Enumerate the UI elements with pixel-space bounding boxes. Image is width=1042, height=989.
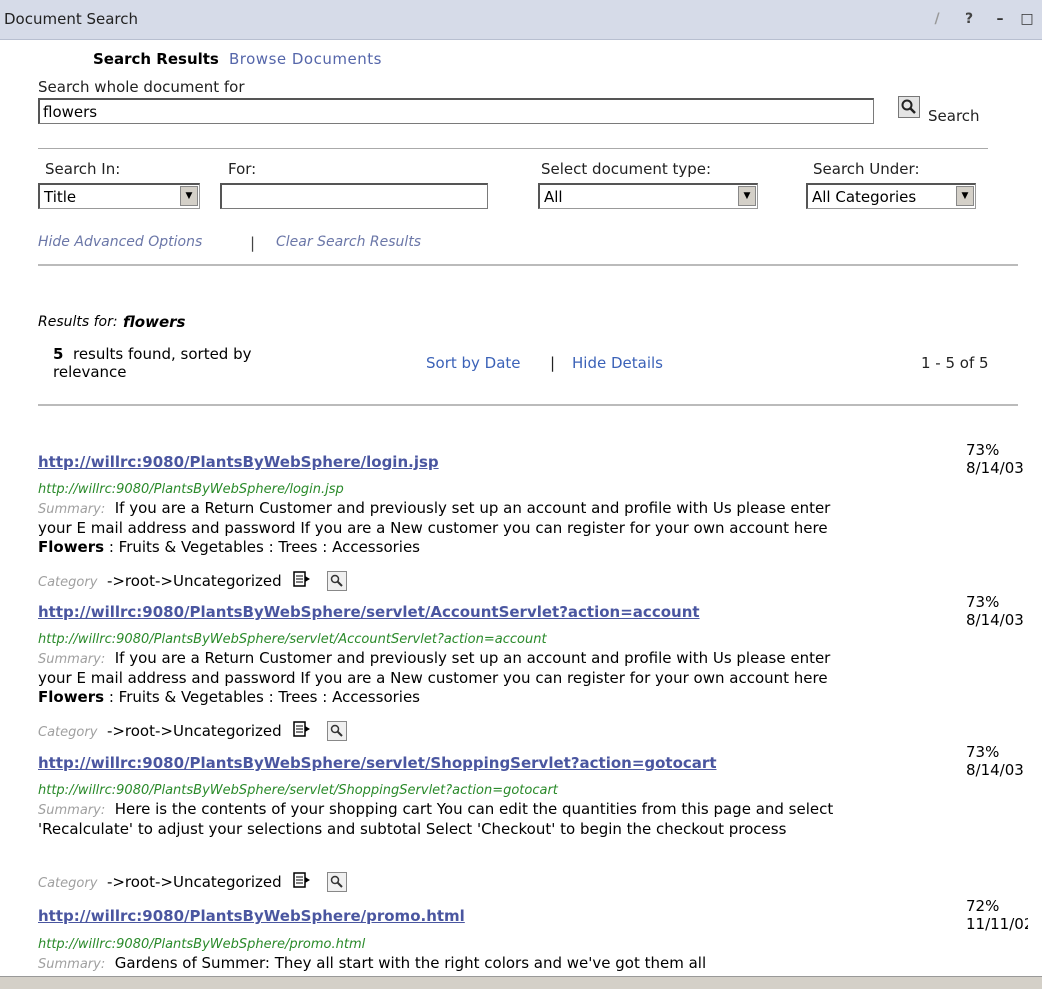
help-icon[interactable]: ? [958, 9, 980, 31]
result-item: http://willrc:9080/PlantsByWebSphere/pro… [38, 890, 1028, 976]
category-label: Category [38, 575, 98, 590]
summary-text: If you are a Return Customer and previou… [38, 649, 831, 687]
summary-text: If you are a Return Customer and previou… [38, 499, 831, 537]
search-label: Search whole document for [38, 78, 245, 96]
doc-type-value: All [544, 188, 563, 206]
result-score: 73% [966, 593, 1000, 611]
result-title-link[interactable]: http://willrc:9080/PlantsByWebSphere/pro… [38, 907, 465, 925]
document-details-icon[interactable] [292, 871, 312, 889]
for-label: For: [228, 160, 257, 178]
result-date: 8/14/03 [966, 761, 1024, 779]
preview-icon[interactable] [327, 721, 348, 741]
result-item: http://willrc:9080/PlantsByWebSphere/ser… [38, 740, 1028, 892]
summary-keyword: Flowers [38, 688, 105, 706]
summary-label: Summary: [38, 502, 106, 517]
tab-browse-documents[interactable]: Browse Documents [229, 50, 382, 68]
document-details-icon[interactable] [292, 720, 312, 738]
hide-advanced-link[interactable]: Hide Advanced Options [38, 234, 202, 250]
clear-results-link[interactable]: Clear Search Results [276, 234, 421, 250]
category-path: ->root->Uncategorized [106, 722, 282, 740]
category-label: Category [38, 876, 98, 891]
window-titlebar: Document Search / ? – □ [0, 0, 1042, 40]
results-count-text-2: relevance [53, 363, 127, 381]
doc-type-label: Select document type: [541, 160, 712, 178]
edit-icon[interactable]: / [926, 9, 948, 31]
result-summary: Summary: Gardens of Summer: They all sta… [38, 954, 868, 974]
summary-text: Gardens of Summer: They all start with t… [114, 954, 707, 972]
result-url-text: http://willrc:9080/PlantsByWebSphere/log… [38, 482, 344, 497]
result-date: 8/14/03 [966, 611, 1024, 629]
summary-label: Summary: [38, 652, 106, 667]
link-separator: | [250, 234, 256, 252]
chevron-down-icon: ▼ [738, 186, 756, 206]
results-count-text: results found, sorted by [72, 345, 252, 363]
result-item: http://willrc:9080/PlantsByWebSphere/log… [38, 440, 1028, 591]
search-under-value: All Categories [812, 188, 917, 206]
results-for-label: Results for: [38, 314, 118, 330]
doc-type-select[interactable]: All ▼ [538, 183, 758, 209]
search-under-label: Search Under: [813, 160, 920, 178]
result-category: Category ->root->Uncategorized [38, 570, 348, 591]
result-date: 8/14/03 [966, 459, 1024, 477]
sort-by-date-link[interactable]: Sort by Date [426, 354, 521, 372]
category-path: ->root->Uncategorized [106, 873, 282, 891]
maximize-icon[interactable]: □ [1016, 9, 1038, 31]
divider [38, 264, 1018, 266]
search-in-label: Search In: [45, 160, 121, 178]
search-under-select[interactable]: All Categories ▼ [806, 183, 976, 209]
summary-text-end: : Fruits & Vegetables : Trees : Accessor… [104, 538, 420, 556]
search-button-label[interactable]: Search [928, 107, 980, 125]
result-title-link[interactable]: http://willrc:9080/PlantsByWebSphere/ser… [38, 603, 700, 621]
search-in-value: Title [44, 188, 77, 206]
minimize-icon[interactable]: – [989, 9, 1011, 31]
result-url-text: http://willrc:9080/PlantsByWebSphere/ser… [38, 783, 558, 798]
result-summary: Summary: If you are a Return Customer an… [38, 649, 868, 707]
category-path: ->root->Uncategorized [106, 572, 282, 590]
preview-icon[interactable] [327, 872, 348, 892]
hide-details-link[interactable]: Hide Details [572, 354, 663, 372]
search-button[interactable] [898, 96, 920, 118]
result-item: http://willrc:9080/PlantsByWebSphere/ser… [38, 590, 1028, 741]
result-score: 73% [966, 441, 1000, 459]
search-input[interactable] [38, 98, 874, 124]
chevron-down-icon: ▼ [956, 186, 974, 206]
category-label: Category [38, 725, 98, 740]
summary-text: Here is the contents of your shopping ca… [38, 800, 834, 838]
divider [38, 148, 988, 149]
result-score: 72% [966, 897, 1000, 915]
result-url-text: http://willrc:9080/PlantsByWebSphere/pro… [38, 937, 366, 952]
result-date: 11/11/02 [966, 915, 1028, 933]
tab-search-results[interactable]: Search Results [93, 50, 219, 68]
search-in-select[interactable]: Title ▼ [38, 183, 200, 209]
for-input[interactable] [220, 183, 488, 209]
divider [38, 404, 1018, 406]
link-separator: | [550, 354, 556, 372]
document-details-icon[interactable] [292, 570, 312, 588]
result-summary: Summary: If you are a Return Customer an… [38, 499, 868, 557]
result-title-link[interactable]: http://willrc:9080/PlantsByWebSphere/ser… [38, 754, 717, 772]
result-summary: Summary: Here is the contents of your sh… [38, 800, 868, 839]
horizontal-scrollbar[interactable] [0, 976, 1042, 989]
result-category: Category ->root->Uncategorized [38, 720, 348, 741]
result-title-link[interactable]: http://willrc:9080/PlantsByWebSphere/log… [38, 453, 439, 471]
result-url-text: http://willrc:9080/PlantsByWebSphere/ser… [38, 632, 547, 647]
summary-label: Summary: [38, 803, 106, 818]
summary-label: Summary: [38, 957, 106, 972]
results-query: flowers [123, 313, 186, 331]
summary-keyword: Flowers [38, 538, 105, 556]
results-count: 5 results found, sorted by relevance [53, 345, 353, 381]
result-score: 73% [966, 743, 1000, 761]
preview-icon[interactable] [327, 571, 348, 591]
result-category: Category ->root->Uncategorized [38, 871, 348, 892]
chevron-down-icon: ▼ [180, 186, 198, 206]
results-count-number: 5 [53, 345, 64, 363]
summary-text-end: : Fruits & Vegetables : Trees : Accessor… [104, 688, 420, 706]
results-range: 1 - 5 of 5 [921, 354, 989, 372]
window-title: Document Search [4, 10, 139, 28]
magnifier-icon [901, 99, 916, 114]
